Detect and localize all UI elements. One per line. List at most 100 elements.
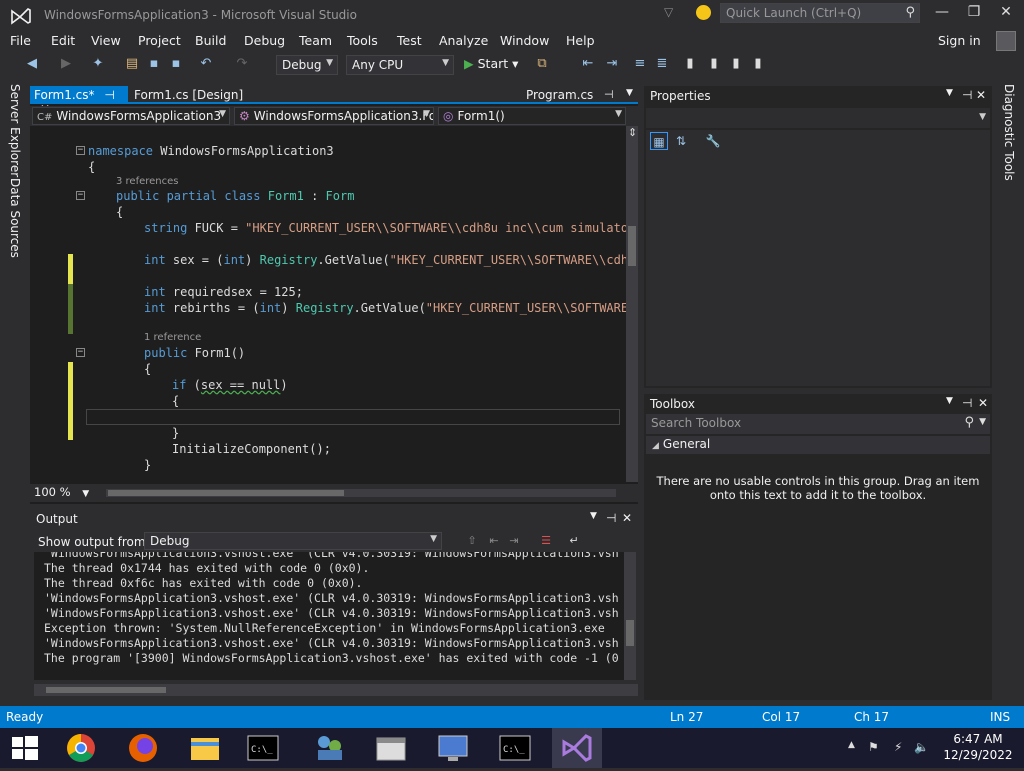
output-vertical-scrollbar[interactable] bbox=[624, 552, 636, 680]
open-file-icon[interactable]: ▤ bbox=[124, 56, 140, 72]
power-icon[interactable]: ⚡ bbox=[894, 740, 902, 754]
forward-icon[interactable]: ▶ bbox=[58, 56, 74, 72]
tab-form1-design[interactable]: Form1.cs [Design] bbox=[130, 86, 260, 104]
server-explorer-tab[interactable]: Server Explorer bbox=[8, 84, 22, 177]
close-button[interactable]: ✕ bbox=[996, 4, 1016, 24]
system-clock[interactable]: 6:47 AM 12/29/2022 bbox=[940, 731, 1016, 763]
step-over-icon[interactable]: ⇥ bbox=[604, 56, 620, 72]
window-position-icon[interactable]: ▼ bbox=[590, 511, 597, 521]
restore-button[interactable]: ❐ bbox=[964, 4, 984, 24]
menu-help[interactable]: Help bbox=[566, 33, 595, 48]
taskbar-chrome[interactable] bbox=[56, 728, 106, 768]
taskbar-cmd-2[interactable]: C:\_ bbox=[490, 728, 540, 768]
comment-icon[interactable]: ≡ bbox=[632, 56, 648, 72]
solution-platform-select[interactable]: Any CPU ▼ bbox=[346, 55, 454, 75]
taskbar-visual-studio[interactable] bbox=[552, 728, 602, 768]
step-icon[interactable]: ⇤ bbox=[580, 56, 596, 72]
word-wrap-icon[interactable]: ↵ bbox=[566, 534, 582, 548]
taskbar-firefox[interactable] bbox=[118, 728, 168, 768]
object-select[interactable]: ▼ bbox=[646, 108, 990, 128]
close-icon[interactable]: ✕ bbox=[622, 511, 632, 525]
previous-message-icon[interactable]: ⇤ bbox=[486, 534, 502, 548]
pin-icon[interactable]: ⊣ bbox=[104, 88, 114, 102]
editor-horizontal-scrollbar[interactable] bbox=[106, 489, 616, 497]
collapse-icon[interactable]: − bbox=[76, 348, 85, 357]
scrollbar-thumb[interactable] bbox=[626, 620, 634, 646]
clear-all-icon[interactable]: ☰ bbox=[538, 534, 554, 548]
collapse-icon[interactable]: − bbox=[76, 191, 85, 200]
taskbar-app[interactable] bbox=[366, 728, 416, 768]
menu-edit[interactable]: Edit bbox=[51, 33, 75, 48]
find-message-icon[interactable]: ⇧ bbox=[464, 534, 480, 548]
undo-icon[interactable]: ↶ bbox=[198, 56, 214, 72]
close-icon[interactable]: ✕ bbox=[976, 88, 986, 102]
window-position-icon[interactable]: ▼ bbox=[946, 88, 953, 98]
editor-vertical-scrollbar[interactable]: ⇕ bbox=[626, 126, 638, 482]
taskbar-file-explorer[interactable] bbox=[180, 728, 230, 768]
code-text-area[interactable]: − − − namespace WindowsFormsApplication3… bbox=[30, 126, 626, 482]
alphabetical-icon[interactable]: ⇅ bbox=[672, 132, 690, 150]
taskbar-cmd[interactable]: C:\_ bbox=[238, 728, 288, 768]
menu-debug[interactable]: Debug bbox=[244, 33, 285, 48]
new-project-icon[interactable]: ✦ bbox=[90, 56, 106, 72]
clear-bookmarks-icon[interactable]: ▮ bbox=[750, 56, 766, 72]
project-dropdown[interactable]: C# WindowsFormsApplication3 ▼ bbox=[32, 107, 230, 125]
tab-overflow-icon[interactable]: ▼ bbox=[626, 88, 633, 98]
start-button[interactable]: ▶ Start ▾ bbox=[464, 56, 518, 71]
menu-tools[interactable]: Tools bbox=[347, 33, 378, 48]
filter-icon[interactable]: ▽ bbox=[664, 5, 678, 19]
window-position-icon[interactable]: ▼ bbox=[946, 396, 953, 406]
class-dropdown[interactable]: ⚙ WindowsFormsApplication3.Fo ▼ bbox=[234, 107, 434, 125]
taskbar-remote[interactable] bbox=[428, 728, 478, 768]
collapse-icon[interactable]: − bbox=[76, 146, 85, 155]
data-sources-tab[interactable]: Data Sources bbox=[8, 178, 22, 258]
close-icon[interactable]: ✕ bbox=[978, 396, 988, 410]
toolbox-group-general[interactable]: ◢ General bbox=[646, 436, 990, 454]
pin-icon[interactable]: ⊣ bbox=[604, 88, 614, 101]
sign-in-link[interactable]: Sign in bbox=[938, 33, 981, 48]
back-icon[interactable]: ◀ bbox=[24, 56, 40, 72]
diagnostic-tools-tab[interactable]: Diagnostic Tools bbox=[1002, 84, 1016, 181]
avatar[interactable] bbox=[996, 31, 1016, 51]
output-source-select[interactable]: Debug ▼ bbox=[144, 532, 442, 550]
reference-count[interactable]: 1 reference bbox=[144, 332, 201, 343]
scrollbar-thumb[interactable] bbox=[628, 226, 636, 266]
pin-icon[interactable]: ⊣ bbox=[962, 396, 972, 410]
redo-icon[interactable]: ↷ bbox=[234, 56, 250, 72]
menu-test[interactable]: Test bbox=[397, 33, 422, 48]
tab-program-cs[interactable]: Program.cs bbox=[522, 86, 602, 104]
minimize-button[interactable]: — bbox=[932, 4, 952, 24]
tab-form1-cs[interactable]: Form1.cs* ⊣ ✕ bbox=[30, 86, 128, 116]
next-message-icon[interactable]: ⇥ bbox=[506, 534, 522, 548]
toolbox-search-input[interactable]: Search Toolbox ⚲ ▼ bbox=[646, 414, 990, 434]
start-button[interactable] bbox=[0, 728, 50, 768]
zoom-select[interactable]: 100 % ▼ bbox=[34, 485, 94, 501]
uncomment-icon[interactable]: ≣ bbox=[654, 56, 670, 72]
feedback-smiley-icon[interactable] bbox=[696, 5, 711, 20]
pin-icon[interactable]: ⊣ bbox=[606, 511, 616, 525]
show-hidden-icons-icon[interactable]: ▲ bbox=[848, 740, 855, 750]
bookmark-icon[interactable]: ▮ bbox=[682, 56, 698, 72]
output-horizontal-scrollbar[interactable] bbox=[34, 684, 638, 696]
menu-project[interactable]: Project bbox=[138, 33, 181, 48]
taskbar-network-app[interactable] bbox=[304, 728, 354, 768]
next-bookmark-icon[interactable]: ▮ bbox=[728, 56, 744, 72]
menu-file[interactable]: File bbox=[10, 33, 31, 48]
pin-icon[interactable]: ⊣ bbox=[962, 88, 972, 102]
menu-build[interactable]: Build bbox=[195, 33, 226, 48]
menu-team[interactable]: Team bbox=[299, 33, 332, 48]
output-text-area[interactable]: 'WindowsFormsApplication3.vshost.exe' (C… bbox=[34, 552, 624, 680]
scrollbar-thumb[interactable] bbox=[46, 687, 166, 693]
flag-icon[interactable]: ⚑ bbox=[868, 740, 879, 754]
property-pages-icon[interactable]: 🔧 bbox=[704, 132, 722, 150]
scrollbar-thumb[interactable] bbox=[108, 490, 344, 496]
split-icon[interactable]: ⇕ bbox=[628, 126, 637, 139]
menu-view[interactable]: View bbox=[91, 33, 121, 48]
prev-bookmark-icon[interactable]: ▮ bbox=[706, 56, 722, 72]
save-all-icon[interactable]: ▪ bbox=[168, 56, 184, 72]
reference-count[interactable]: 3 references bbox=[116, 176, 179, 187]
quick-launch-input[interactable]: Quick Launch (Ctrl+Q) ⚲ bbox=[720, 3, 920, 23]
solution-configuration-select[interactable]: Debug ▼ bbox=[276, 55, 338, 75]
save-icon[interactable]: ▪ bbox=[146, 56, 162, 72]
menu-analyze[interactable]: Analyze bbox=[439, 33, 488, 48]
